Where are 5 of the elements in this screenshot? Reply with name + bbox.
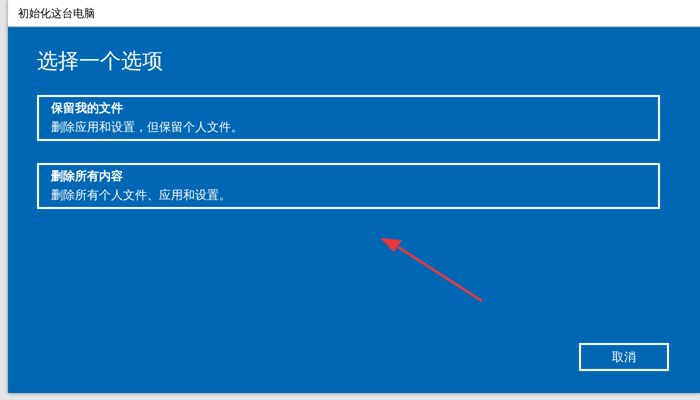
dialog-heading: 选择一个选项	[37, 48, 164, 75]
cancel-button[interactable]: 取消	[579, 343, 669, 371]
option-button[interactable]: 保留我的文件 删除应用和设置，但保留个人文件。	[37, 95, 660, 141]
window-title: 初始化这台电脑	[18, 6, 95, 20]
option-button[interactable]: 删除所有内容 删除所有个人文件、应用和设置。	[37, 163, 660, 209]
